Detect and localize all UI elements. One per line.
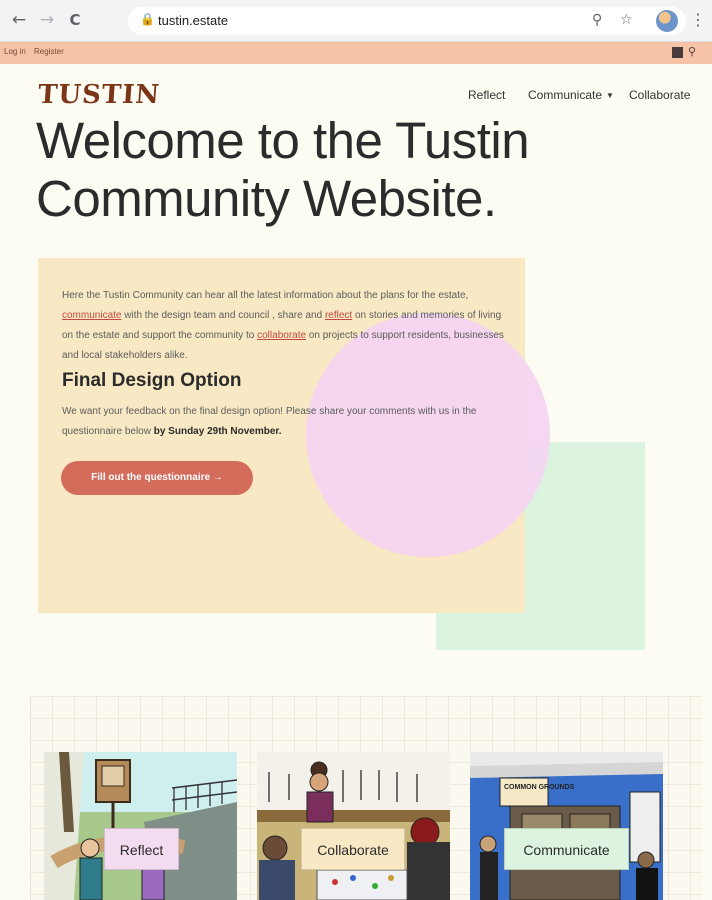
address-bar[interactable]: 🔒 tustin.estate ⚲ ☆ <box>128 7 686 35</box>
card-collaborate[interactable]: Collaborate <box>257 752 450 900</box>
collaborate-link[interactable]: collaborate <box>257 330 306 341</box>
questionnaire-button[interactable]: Fill out the questionnaire → <box>61 461 253 495</box>
profile-avatar[interactable] <box>656 10 678 32</box>
login-link[interactable]: Log in <box>4 47 26 56</box>
communicate-link[interactable]: communicate <box>62 310 121 321</box>
reload-icon[interactable]: C <box>64 9 86 31</box>
account-icon[interactable] <box>672 47 683 58</box>
collaborate-illustration <box>257 752 450 900</box>
intro-text-1: Here the Tustin Community can hear all t… <box>62 290 469 301</box>
star-icon[interactable]: ☆ <box>620 12 633 28</box>
nav-collaborate[interactable]: Collaborate <box>629 88 690 102</box>
nav-reflect[interactable]: Reflect <box>468 88 505 102</box>
url-text: tustin.estate <box>158 13 229 28</box>
zoom-icon[interactable]: ⚲ <box>592 12 602 28</box>
card-collaborate-label: Collaborate <box>301 828 405 870</box>
site-logo[interactable]: TUSTIN <box>37 80 161 110</box>
communicate-illustration: COMMON GROUNDS <box>470 752 663 900</box>
final-design-heading: Final Design Option <box>62 370 242 391</box>
search-icon[interactable]: ⚲ <box>688 45 696 58</box>
forward-icon[interactable]: → <box>36 9 58 31</box>
back-icon[interactable]: ← <box>8 9 30 31</box>
common-grounds-sign-line1: COMMON GROUNDS <box>504 784 575 791</box>
card-communicate-label: Communicate <box>504 828 629 870</box>
final-design-text: We want your feedback on the final desig… <box>62 402 512 442</box>
deadline-text: by Sunday 29th November. <box>153 426 282 437</box>
reflect-illustration <box>44 752 237 900</box>
page-title: Welcome to the Tustin Community Website. <box>36 112 530 227</box>
nav-communicate-label: Communicate <box>528 88 603 102</box>
chevron-down-icon: ▼ <box>606 91 614 101</box>
nav-communicate[interactable]: Communicate ▼ <box>528 88 614 102</box>
browser-toolbar: ← → C 🔒 tustin.estate ⚲ ☆ ⋮ <box>0 0 712 42</box>
lock-icon: 🔒 <box>140 12 155 26</box>
register-link[interactable]: Register <box>34 47 64 56</box>
card-reflect-label: Reflect <box>104 828 179 870</box>
utility-bar: Log in Register ⚲ <box>0 42 712 64</box>
card-reflect[interactable]: Reflect <box>44 752 237 900</box>
browser-menu-icon[interactable]: ⋮ <box>690 10 706 29</box>
reflect-link[interactable]: reflect <box>325 310 352 321</box>
intro-text-2: with the design team and council , share… <box>121 310 325 321</box>
intro-paragraph: Here the Tustin Community can hear all t… <box>62 286 514 366</box>
card-communicate[interactable]: COMMON GROUNDS Communicate <box>470 752 663 900</box>
